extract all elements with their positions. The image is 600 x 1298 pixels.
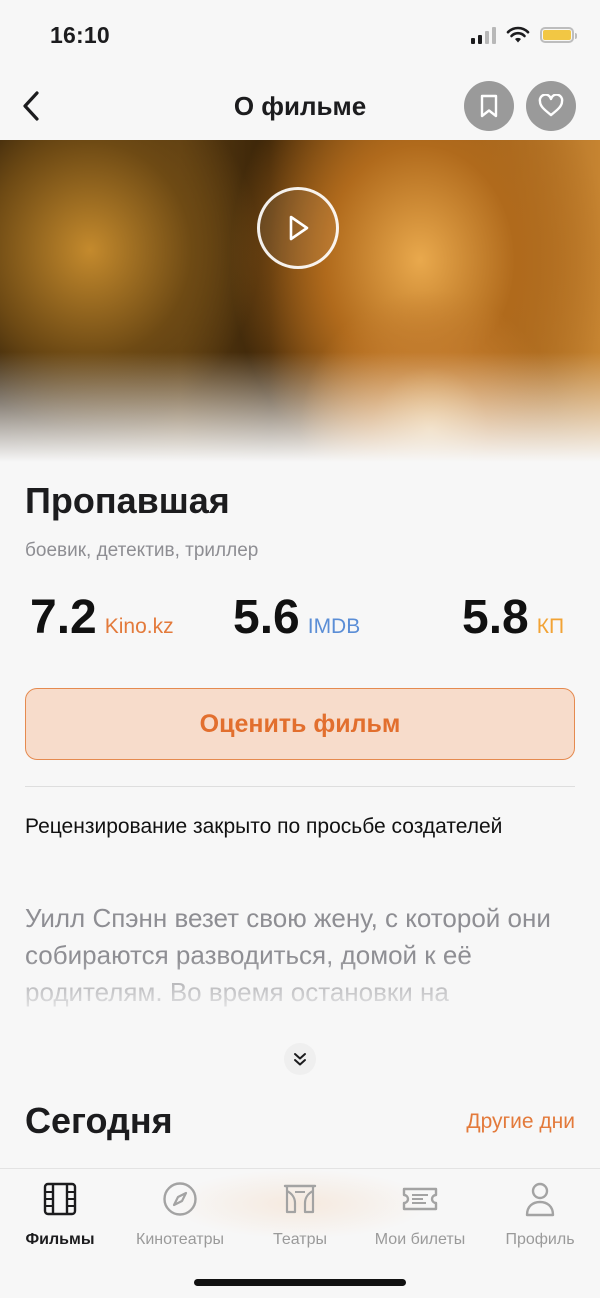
theater-icon [283, 1184, 317, 1214]
poster-fade [0, 352, 600, 462]
profile-icon [525, 1182, 555, 1217]
tab-cinemas[interactable]: Кинотеатры [120, 1179, 240, 1249]
rating-kinokz: 7.2 Kino.kz [30, 590, 174, 645]
schedule-title: Сегодня [25, 1100, 173, 1141]
tab-label: Фильмы [25, 1231, 95, 1248]
film-icon [43, 1182, 77, 1216]
status-time: 16:10 [50, 22, 110, 48]
rating-imdb: 5.6 IMDB [233, 590, 360, 645]
tab-label: Профиль [505, 1231, 575, 1248]
rating-kp: 5.8 КП [462, 590, 564, 645]
tab-profile[interactable]: Профиль [480, 1179, 600, 1249]
play-icon [289, 215, 309, 241]
status-icons [471, 26, 577, 44]
rating-source: КП [536, 615, 565, 638]
rating-value: 5.6 [233, 591, 300, 644]
battery-icon [540, 27, 577, 43]
other-days-link[interactable]: Другие дни [466, 1110, 575, 1134]
chevron-double-down-icon [294, 1053, 306, 1066]
movie-description: Уилл Спэнн везет свою жену, с которой он… [25, 903, 551, 1007]
status-bar: 16:10 [0, 0, 600, 70]
compass-icon [163, 1182, 197, 1216]
movie-title: Пропавшая [25, 480, 230, 521]
movie-poster [0, 140, 600, 462]
ticket-icon [402, 1187, 438, 1211]
bookmark-icon [480, 94, 498, 118]
ratings-row: 7.2 Kino.kz 5.6 IMDB 5.8 КП [0, 590, 600, 650]
heart-icon [538, 94, 564, 117]
tab-label: Мои билеты [374, 1231, 466, 1248]
signal-icon [471, 26, 496, 44]
movie-genres: боевик, детектив, триллер [25, 540, 259, 561]
home-indicator [194, 1279, 406, 1286]
nav-bar: О фильме [0, 75, 600, 137]
tab-label: Кинотеатры [136, 1231, 224, 1248]
wifi-icon [506, 26, 530, 43]
review-closed-note: Рецензирование закрыто по просьбе создат… [25, 815, 503, 838]
bookmark-button[interactable] [464, 81, 514, 131]
rating-source: Kino.kz [104, 615, 174, 638]
play-trailer-button[interactable] [257, 187, 339, 269]
tab-label: Театры [272, 1231, 328, 1248]
divider [25, 786, 575, 787]
expand-description-button[interactable] [284, 1043, 316, 1075]
rate-movie-button[interactable]: Оценить фильм [25, 688, 575, 760]
tab-my-tickets[interactable]: Мои билеты [360, 1179, 480, 1249]
rating-source: IMDB [307, 615, 361, 638]
tab-films[interactable]: Фильмы [0, 1179, 120, 1249]
rating-value: 7.2 [30, 591, 97, 644]
tab-theaters[interactable]: Театры [240, 1179, 360, 1249]
favorite-button[interactable] [526, 81, 576, 131]
rating-value: 5.8 [462, 591, 529, 644]
